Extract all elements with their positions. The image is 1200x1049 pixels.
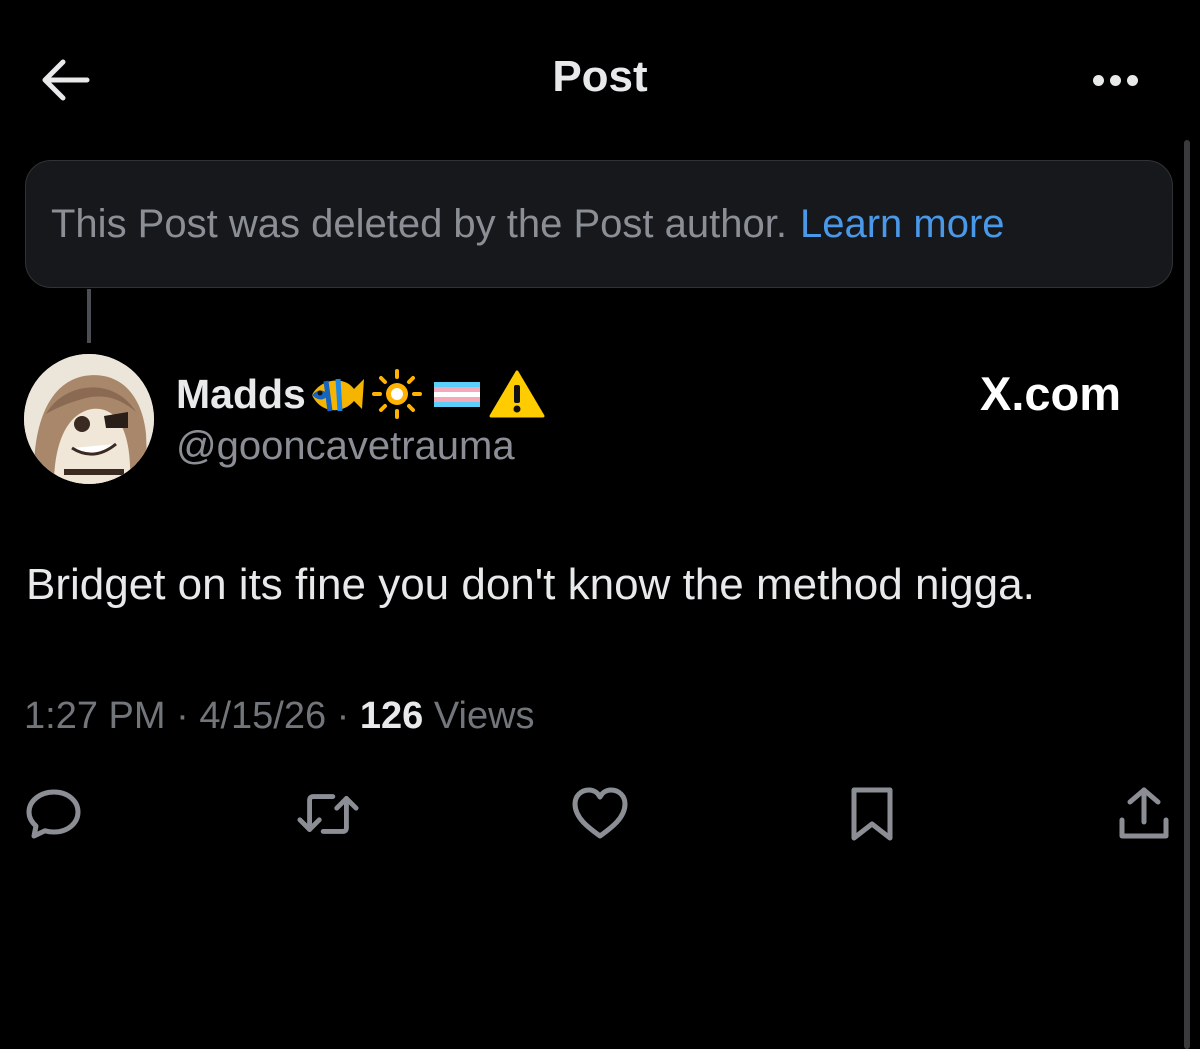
repost-button[interactable] [296, 782, 360, 846]
post-time[interactable]: 1:27 PM [24, 695, 166, 737]
sun-emoji [368, 369, 426, 419]
views-label[interactable]: Views [434, 695, 535, 737]
meta-separator: · [336, 695, 350, 737]
more-horizontal-icon [1092, 74, 1104, 86]
repost-icon [297, 794, 359, 834]
bookmark-button[interactable] [840, 782, 904, 846]
avatar[interactable] [24, 354, 154, 484]
meta-separator: · [176, 695, 189, 737]
thread-connector-line [87, 289, 91, 343]
post-text: Bridget on its fine you don't know the m… [26, 560, 1035, 609]
more-options-button[interactable] [1080, 55, 1150, 105]
back-button[interactable] [30, 50, 100, 110]
bookmark-icon [851, 787, 893, 841]
like-button[interactable] [568, 782, 632, 846]
watermark-text: X.com [980, 367, 1122, 420]
post-meta: 1:27 PM · 4/15/26 · 126 Views [24, 695, 535, 738]
share-button[interactable] [1112, 782, 1176, 846]
learn-more-link[interactable]: Learn more [800, 202, 1005, 247]
tropical-fish-emoji [308, 371, 366, 417]
warning-emoji [488, 369, 546, 419]
like-icon [572, 787, 628, 839]
deleted-post-notice: This Post was deleted by the Post author… [25, 160, 1173, 288]
views-count[interactable]: 126 [360, 695, 423, 737]
reply-icon [26, 789, 81, 839]
author-handle[interactable]: @gooncavetrauma [176, 424, 515, 469]
deleted-notice-text: This Post was deleted by the Post author… [51, 201, 787, 246]
reply-button[interactable] [22, 782, 86, 846]
arrow-left-icon [42, 59, 90, 101]
post-date[interactable]: 4/15/26 [199, 695, 326, 737]
page-title: Post [552, 52, 648, 101]
transgender-flag-emoji [428, 374, 486, 414]
share-icon [1119, 787, 1169, 839]
display-name[interactable]: Madds [176, 371, 306, 418]
display-name-row: Madds [176, 366, 546, 422]
scrollbar[interactable] [1184, 140, 1190, 1049]
